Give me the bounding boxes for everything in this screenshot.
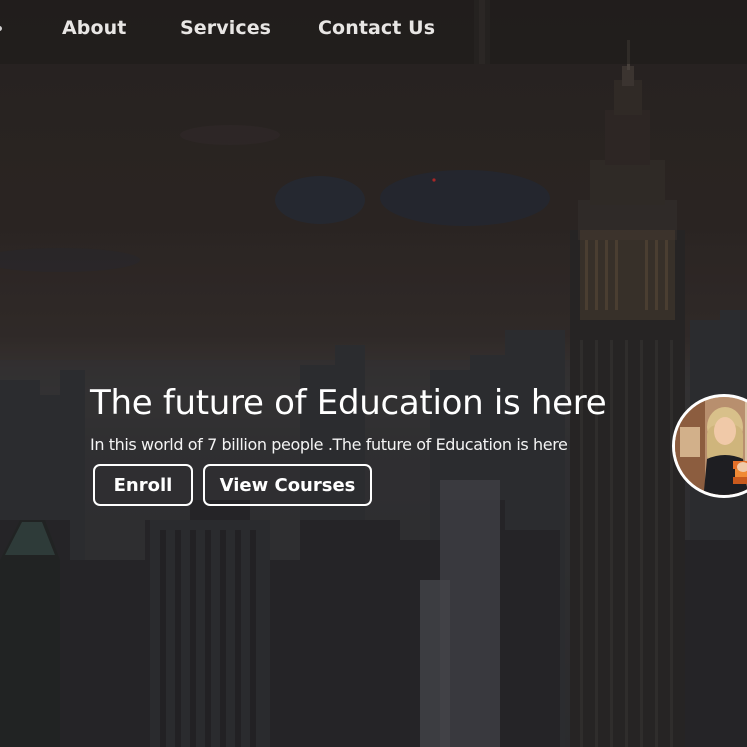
hero-dark-overlay — [0, 0, 747, 747]
nav-link-services[interactable]: Services — [180, 17, 271, 39]
nav-link-contact-us[interactable]: Contact Us — [318, 17, 435, 39]
view-courses-button[interactable]: View Courses — [203, 464, 372, 506]
hero-title: The future of Education is here — [90, 383, 607, 423]
enroll-button[interactable]: Enroll — [93, 464, 193, 506]
page: About Services Contact Us The future of … — [0, 0, 747, 747]
nav-bullet-icon — [0, 26, 2, 31]
nav-link-about[interactable]: About — [62, 17, 126, 39]
hero-subtitle: In this world of 7 billion people .The f… — [90, 435, 568, 454]
navbar: About Services Contact Us — [0, 0, 747, 64]
